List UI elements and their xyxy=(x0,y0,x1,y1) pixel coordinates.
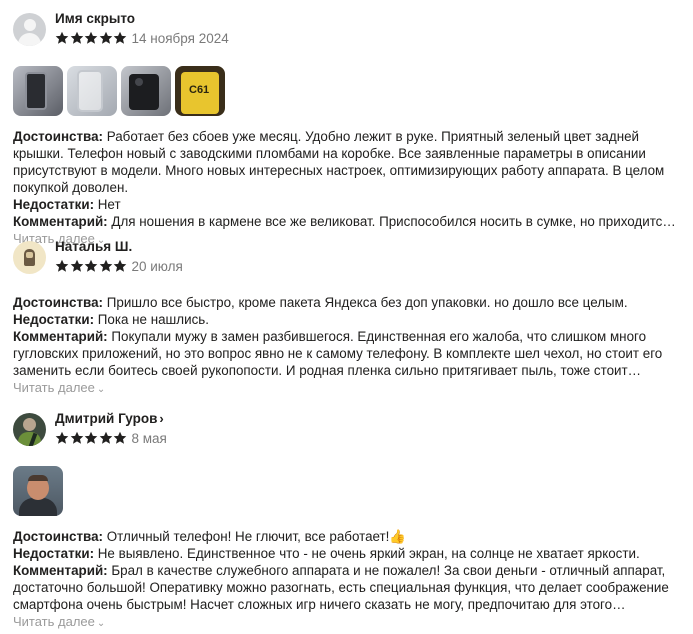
rating-line: 8 мая xyxy=(55,429,167,447)
star-icon xyxy=(113,259,127,272)
cons-label: Недостатки: xyxy=(13,546,95,561)
pros-text: Отличный телефон! Не глючит, все работае… xyxy=(106,529,407,544)
review-date: 8 мая xyxy=(131,430,167,446)
user-placeholder-icon xyxy=(13,13,46,46)
chevron-down-icon: ⌄ xyxy=(96,384,106,395)
star-icon xyxy=(55,259,69,272)
read-more-link[interactable]: Читать далее ⌄ xyxy=(13,379,683,398)
comment-text: Для ношения в кармене все же великоват. … xyxy=(111,214,683,229)
star-icon xyxy=(55,31,69,44)
review-photos xyxy=(13,466,683,516)
star-icon xyxy=(113,31,127,44)
comment-label: Комментарий: xyxy=(13,214,108,229)
comment-block: Комментарий: Покупали мужу в замен разби… xyxy=(13,328,683,379)
pros-block: Достоинства: Отличный телефон! Не глючит… xyxy=(13,528,683,545)
review-header: Наталья Ш. 20 июля xyxy=(13,238,683,278)
review-text: Достоинства: Отличный телефон! Не глючит… xyxy=(13,528,683,613)
box-label: C61 xyxy=(189,84,210,96)
cons-text: Нет xyxy=(97,197,121,212)
cons-block: Недостатки: Нет xyxy=(13,196,683,213)
review-text: Достоинства: Пришло все быстро, кроме па… xyxy=(13,294,683,379)
comment-label: Комментарий: xyxy=(13,563,108,578)
comment-block: Комментарий: Для ношения в кармене все ж… xyxy=(13,213,683,230)
review-photo[interactable] xyxy=(13,466,63,516)
review-date: 20 июля xyxy=(131,258,183,274)
rating-line: 14 ноября 2024 xyxy=(55,29,229,47)
rating-stars xyxy=(55,31,128,45)
review-photo[interactable] xyxy=(13,66,63,116)
review-date: 14 ноября 2024 xyxy=(131,30,229,46)
read-more-label: Читать далее xyxy=(13,614,95,629)
pros-text: Пришло все быстро, кроме пакета Яндекса … xyxy=(106,295,628,310)
review-card: Наталья Ш. 20 июля Достоинства: Пришло в… xyxy=(13,238,683,398)
cons-text: Не выявлено. Единственное что - не очень… xyxy=(97,546,640,561)
comment-text: Брал в качестве служебного аппарата и не… xyxy=(13,563,669,612)
star-icon xyxy=(99,431,112,444)
author-name-link[interactable]: Дмитрий Гуров › xyxy=(55,410,167,428)
pros-block: Достоинства: Пришло все быстро, кроме па… xyxy=(13,294,683,311)
rating-line: 20 июля xyxy=(55,257,183,275)
review-header: Имя скрыто 14 ноября 2024 xyxy=(13,10,683,50)
star-icon xyxy=(55,431,69,444)
star-icon xyxy=(70,259,83,272)
rating-stars xyxy=(55,259,128,273)
review-photos: C61 xyxy=(13,66,683,116)
star-icon xyxy=(84,31,98,44)
pros-label: Достоинства: xyxy=(13,295,104,310)
author-name: Имя скрыто xyxy=(55,11,136,26)
review-card: Имя скрыто 14 ноября 2024 C61 Достоинств… xyxy=(13,10,683,249)
star-icon xyxy=(70,431,83,444)
cons-block: Недостатки: Не выявлено. Единственное чт… xyxy=(13,545,683,562)
star-icon xyxy=(70,31,83,44)
author-name: Наталья Ш. xyxy=(55,239,133,254)
star-icon xyxy=(84,431,98,444)
rating-stars xyxy=(55,431,128,445)
cons-text: Пока не нашлись. xyxy=(97,312,209,327)
comment-label: Комментарий: xyxy=(13,329,108,344)
author-name: Дмитрий Гуров xyxy=(55,411,158,426)
chevron-right-icon: › xyxy=(159,411,164,426)
comment-text: Покупали мужу в замен разбившегося. Един… xyxy=(13,329,663,378)
cons-label: Недостатки: xyxy=(13,312,95,327)
star-icon xyxy=(99,259,112,272)
avatar[interactable] xyxy=(13,413,46,446)
review-header: Дмитрий Гуров › 8 мая xyxy=(13,410,683,450)
avatar xyxy=(13,241,46,274)
review-text: Достоинства: Работает без сбоев уже меся… xyxy=(13,128,683,230)
star-icon xyxy=(84,259,98,272)
cons-label: Недостатки: xyxy=(13,197,95,212)
cons-block: Недостатки: Пока не нашлись. xyxy=(13,311,683,328)
pros-block: Достоинства: Работает без сбоев уже меся… xyxy=(13,128,683,196)
review-photo[interactable]: C61 xyxy=(175,66,225,116)
star-icon xyxy=(113,431,127,444)
read-more-label: Читать далее xyxy=(13,380,95,395)
review-photo[interactable] xyxy=(67,66,117,116)
pros-label: Достоинства: xyxy=(13,129,104,144)
star-icon xyxy=(99,31,112,44)
comment-block: Комментарий: Брал в качестве служебного … xyxy=(13,562,683,613)
pros-text: Работает без сбоев уже месяц. Удобно леж… xyxy=(13,129,665,195)
review-photo[interactable] xyxy=(121,66,171,116)
chevron-down-icon: ⌄ xyxy=(96,618,106,629)
review-card: Дмитрий Гуров › 8 мая Достоинства: Отличн… xyxy=(13,410,683,632)
pros-label: Достоинства: xyxy=(13,529,104,544)
read-more-link[interactable]: Читать далее ⌄ xyxy=(13,613,683,632)
